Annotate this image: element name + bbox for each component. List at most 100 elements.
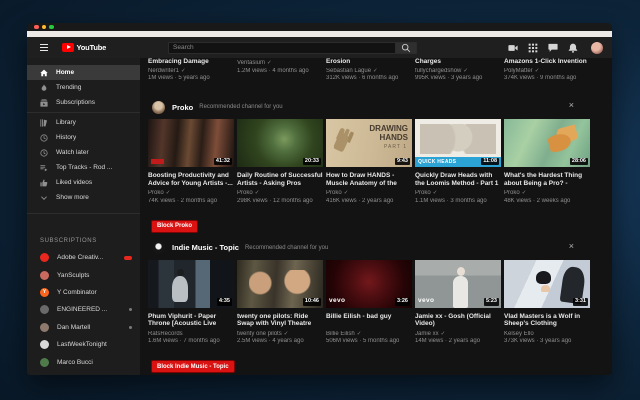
youtube-play-icon bbox=[62, 43, 74, 52]
video-channel[interactable]: Proko ✓ bbox=[326, 190, 412, 196]
video-thumbnail[interactable]: 3:31 bbox=[504, 259, 590, 308]
minimize-window-button[interactable] bbox=[41, 24, 46, 30]
user-avatar[interactable] bbox=[591, 41, 603, 54]
video-channel[interactable]: PolyMatter ✓ bbox=[504, 68, 590, 74]
video-title[interactable]: Erosion bbox=[326, 58, 412, 66]
video-thumbnail[interactable]: 41:32 bbox=[148, 119, 234, 167]
video-channel[interactable]: Proko ✓ bbox=[504, 190, 590, 196]
subscription-item-marco-bucci[interactable]: Marco Bucci bbox=[27, 353, 140, 370]
block-channel-button[interactable]: Block Proko bbox=[151, 219, 199, 233]
video-channel[interactable]: Nerdwriter1 ✓ bbox=[148, 68, 234, 74]
verified-icon: ✓ bbox=[373, 67, 378, 74]
subscription-item-lastweektonight[interactable]: LastWeekTonight bbox=[27, 336, 140, 353]
video-channel[interactable]: Kelsey Ello bbox=[504, 331, 590, 337]
video-card[interactable]: Amazons 1-Click Invention PolyMatter ✓ 37… bbox=[504, 58, 590, 81]
sidebar-item-home[interactable]: Home bbox=[27, 65, 140, 80]
video-channel[interactable]: Proko ✓ bbox=[148, 190, 234, 196]
video-card[interactable]: 3:31 Vlad Masters is a Wolf in Sheep's C… bbox=[504, 259, 590, 344]
sidebar-item-show-more[interactable]: Show more bbox=[27, 190, 140, 205]
sidebar-item-watch-later[interactable]: Watch later bbox=[27, 145, 140, 160]
video-channel[interactable]: Jamie xx ✓ bbox=[415, 331, 501, 337]
video-title[interactable]: What's the Hardest Thing about Being a P… bbox=[504, 172, 590, 187]
subscription-item-dan-martell[interactable]: Dan Martell bbox=[27, 319, 140, 336]
video-thumbnail[interactable]: 20:33 bbox=[237, 119, 323, 167]
video-card[interactable]: Embracing Damage Nerdwriter1 ✓ 1M views ·… bbox=[148, 58, 234, 81]
video-card[interactable]: 28:06 What's the Hardest Thing about Bei… bbox=[504, 119, 590, 204]
sidebar-item-trending[interactable]: Trending bbox=[27, 80, 140, 95]
video-grid: 4:35 Phum Viphurit - Paper Throne [Acous… bbox=[148, 259, 612, 344]
video-card[interactable]: 41:32 Boosting Productivity and Advice f… bbox=[148, 119, 234, 204]
verified-icon: ✓ bbox=[356, 330, 362, 337]
menu-icon[interactable] bbox=[40, 44, 48, 51]
channel-avatar[interactable] bbox=[152, 100, 165, 114]
chevron-down-icon bbox=[40, 194, 48, 202]
block-channel-button[interactable]: Block Indie Music - Topic bbox=[151, 360, 235, 373]
video-title[interactable]: Embracing Damage bbox=[148, 58, 234, 66]
sidebar-item-top-tracks-rod[interactable]: Top Tracks - Rod ... bbox=[27, 160, 140, 175]
video-title[interactable]: Billie Eilish - bad guy bbox=[326, 313, 412, 328]
channel-avatar bbox=[40, 305, 49, 315]
channel-avatar[interactable] bbox=[152, 241, 165, 254]
subscription-item-y-combinator[interactable]: Y Y Combinator bbox=[27, 284, 140, 301]
messages-icon[interactable] bbox=[548, 43, 558, 53]
search-input[interactable] bbox=[168, 41, 396, 54]
video-card[interactable]: QUICK HEADS 11:08 Quickly Draw Heads wit… bbox=[415, 119, 501, 204]
video-channel[interactable]: Veritasium ✓ bbox=[237, 60, 323, 66]
video-title[interactable]: Phum Viphurit - Paper Throne [Acoustic L… bbox=[148, 313, 234, 328]
sidebar-item-library[interactable]: Library bbox=[27, 115, 140, 130]
video-card[interactable]: vevo 3:26 Billie Eilish - bad guy Billie… bbox=[326, 259, 412, 344]
video-title[interactable]: Daily Routine of Successful Artists - As… bbox=[237, 172, 323, 187]
video-card[interactable]: 10:46 twenty one pilots: Ride Swap with … bbox=[237, 259, 323, 344]
video-title[interactable]: Quickly Draw Heads with the Loomis Metho… bbox=[415, 172, 501, 187]
browser-window: YouTube Home Trending bbox=[27, 23, 612, 375]
video-card[interactable]: Erosion Sebastian Lague ✓ 312K views · 6 … bbox=[326, 58, 412, 81]
video-card[interactable]: DRAWING HANDS PART 1 9:43 How to Draw HA… bbox=[326, 119, 412, 204]
search-button[interactable] bbox=[396, 41, 417, 54]
video-title[interactable]: Jamie xx - Gosh (Official Video) bbox=[415, 313, 501, 328]
subscription-item-engineered[interactable]: ENGINEERED ... bbox=[27, 301, 140, 318]
section-channel-name[interactable]: Proko bbox=[172, 103, 193, 112]
video-thumbnail[interactable]: 10:46 bbox=[237, 259, 323, 308]
video-title[interactable]: Vlad Masters is a Wolf in Sheep's Clothi… bbox=[504, 313, 590, 328]
close-icon[interactable]: × bbox=[569, 101, 574, 110]
video-channel[interactable]: twenty one pilots ✓ bbox=[237, 331, 323, 337]
trending-icon bbox=[40, 83, 48, 92]
video-card[interactable]: 4:35 Phum Viphurit - Paper Throne [Acous… bbox=[148, 259, 234, 344]
video-thumbnail[interactable]: vevo 3:26 bbox=[326, 259, 412, 308]
video-title[interactable]: Boosting Productivity and Advice for You… bbox=[148, 172, 234, 187]
video-card[interactable]: 20:33 Daily Routine of Successful Artist… bbox=[237, 119, 323, 204]
video-card[interactable]: Veritasium ✓ 1.2M views · 4 months ago bbox=[237, 58, 323, 81]
video-channel[interactable]: RatsRecords bbox=[148, 331, 234, 337]
subscription-item-adobe-creativ[interactable]: Adobe Creativ... bbox=[27, 249, 140, 266]
youtube-logo[interactable]: YouTube bbox=[62, 43, 106, 52]
section-channel-name[interactable]: Indie Music - Topic bbox=[172, 243, 239, 252]
video-thumbnail[interactable]: DRAWING HANDS PART 1 9:43 bbox=[326, 119, 412, 167]
sidebar-item-history[interactable]: History bbox=[27, 130, 140, 145]
apps-grid-icon[interactable] bbox=[528, 43, 538, 53]
video-channel[interactable]: Billie Eilish ✓ bbox=[326, 331, 412, 337]
video-title[interactable]: Charges bbox=[415, 58, 501, 66]
zoom-window-button[interactable] bbox=[49, 24, 54, 30]
video-upload-icon[interactable] bbox=[508, 43, 518, 53]
notifications-icon[interactable] bbox=[568, 43, 578, 53]
video-channel[interactable]: Proko ✓ bbox=[415, 190, 501, 196]
close-window-button[interactable] bbox=[34, 24, 39, 30]
sidebar-item-subscriptions[interactable]: Subscriptions bbox=[27, 95, 140, 110]
video-channel[interactable]: fullychargedshow ✓ bbox=[415, 68, 501, 74]
duration-badge: 5:23 bbox=[483, 298, 499, 306]
subscription-item-yansculpts[interactable]: YanSculpts bbox=[27, 266, 140, 283]
video-title[interactable]: Amazons 1-Click Invention bbox=[504, 58, 590, 66]
sidebar-item-liked-videos[interactable]: Liked videos bbox=[27, 175, 140, 190]
video-card[interactable]: vevo 5:23 Jamie xx - Gosh (Official Vide… bbox=[415, 259, 501, 344]
video-thumbnail[interactable]: 28:06 bbox=[504, 119, 590, 167]
vevo-watermark: vevo bbox=[418, 297, 435, 304]
video-title[interactable]: twenty one pilots: Ride Swap with Vinyl … bbox=[237, 313, 323, 328]
video-title[interactable]: How to Draw HANDS - Muscle Anatomy of th… bbox=[326, 172, 412, 187]
close-icon[interactable]: × bbox=[569, 241, 574, 251]
video-thumbnail[interactable]: QUICK HEADS 11:08 bbox=[415, 119, 501, 167]
video-card[interactable]: Charges fullychargedshow ✓ 995K views · 3… bbox=[415, 58, 501, 81]
video-channel[interactable]: Sebastian Lague ✓ bbox=[326, 68, 412, 74]
video-thumbnail[interactable]: vevo 5:23 bbox=[415, 259, 501, 308]
video-thumbnail[interactable]: 4:35 bbox=[148, 259, 234, 308]
video-channel[interactable]: Proko ✓ bbox=[237, 190, 323, 196]
